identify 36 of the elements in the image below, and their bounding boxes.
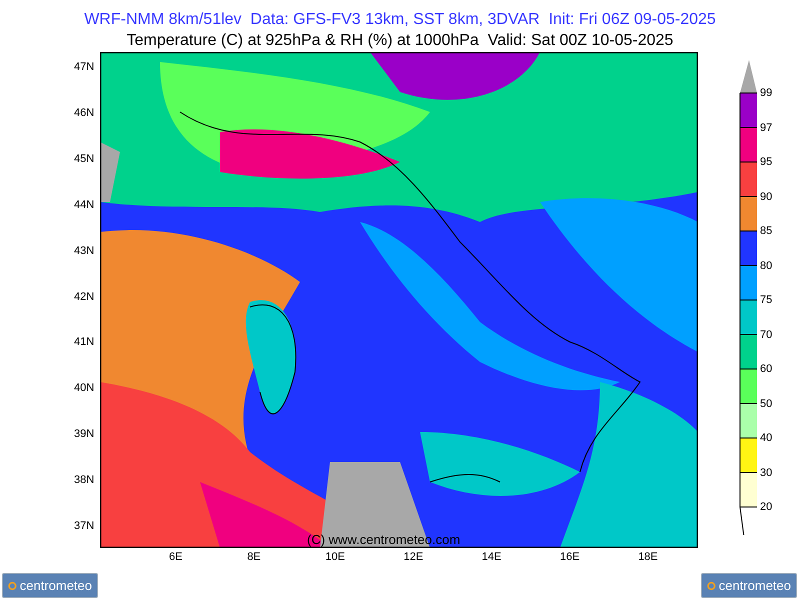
longitude-label: 18E [638,551,658,563]
longitude-label: 10E [325,551,345,563]
latitude-label: 42N [74,290,94,302]
colorbar-label: 97 [760,122,772,134]
latitude-label: 44N [74,198,94,211]
colorbar-label: 85 [760,225,772,237]
logo-text: centrometeo [20,578,92,592]
logo-text: centrometeo [718,578,791,592]
longitude-label: 14E [482,551,502,563]
longitude-label: 16E [560,551,580,563]
colorbar-label: 60 [760,363,772,375]
colorbar-label: 90 [760,190,772,202]
latitude-label: 43N [74,244,94,257]
latitude-label: 41N [74,336,94,348]
colorbar-label: 99 [760,87,772,99]
colorbar-label: 30 [760,466,772,478]
colorbar-label: 75 [760,294,772,306]
latitude-label: 38N [74,474,94,486]
latitude-label: 46N [74,106,94,119]
colorbar-top-triangle [740,60,757,93]
latitude-label: 40N [74,382,94,394]
longitude-label: 8E [247,551,261,563]
latitude-label: 45N [74,152,94,165]
latitude-label: 37N [74,520,94,532]
longitude-label: 12E [404,551,424,563]
colorbar-label: 95 [760,156,772,168]
colorbar-label: 20 [760,501,772,513]
chart-title: Temperature (C) at 925hPa & RH (%) at 1000hPa Valid: Sat 00Z 10-05-2025 [126,31,674,51]
colorbar-label: 70 [760,328,772,340]
model-info-title: WRF-NMM 8km/51lev Data: GFS-FV3 13km, SST 8km, 3DVAR Init: Fri 06Z 09-05-2025 [84,10,716,30]
longitude-label: 6E [169,551,182,563]
colorbar-label: 50 [760,398,772,410]
colorbar-label: 40 [760,432,772,444]
latitude-label: 47N [74,61,94,73]
latitude-label: 39N [74,428,94,440]
colorbar-label: 80 [760,260,772,272]
